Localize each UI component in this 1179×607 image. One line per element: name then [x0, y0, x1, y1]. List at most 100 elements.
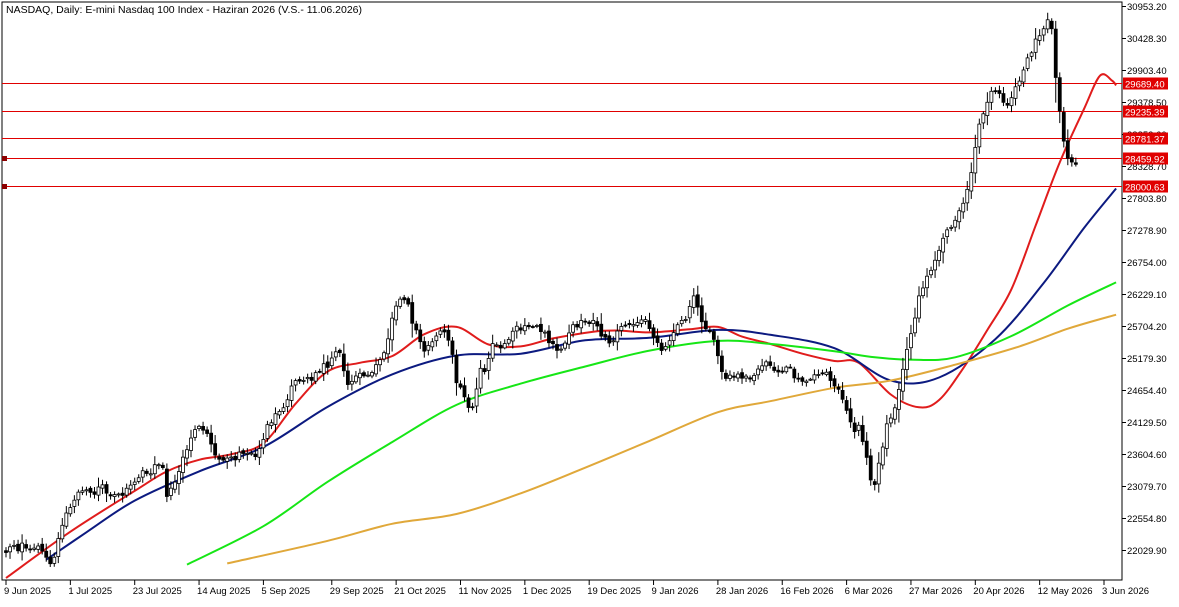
candle-body	[603, 334, 608, 338]
candle-body	[108, 494, 113, 497]
candle-body	[583, 320, 588, 323]
candle-body	[116, 493, 121, 496]
candle-body	[241, 450, 246, 454]
level-label: 29235.39	[1125, 108, 1165, 119]
candle-body	[816, 374, 821, 376]
candle-body	[547, 330, 551, 344]
candle-body	[253, 453, 258, 457]
candle-body	[780, 370, 785, 373]
candle-body	[756, 368, 761, 376]
x-tick-label: 9 Jan 2026	[652, 586, 699, 597]
candle-body	[631, 324, 636, 327]
candle-body	[957, 210, 962, 223]
candle-body	[824, 371, 829, 375]
candle-body	[671, 332, 676, 341]
candle-body	[345, 370, 350, 385]
candle-body	[599, 323, 604, 337]
candle-body	[518, 327, 523, 331]
candle-body	[358, 372, 362, 379]
candle-body	[164, 468, 169, 497]
candle-body	[715, 339, 720, 357]
candle-body	[8, 546, 12, 553]
candle-body	[591, 320, 596, 324]
candle-body	[132, 481, 137, 485]
candle-body	[683, 319, 688, 321]
candle-body	[362, 372, 366, 377]
candle-body	[478, 367, 483, 389]
candle-body	[724, 372, 728, 379]
candle-body	[977, 123, 982, 148]
candle-body	[32, 547, 37, 550]
candle-body	[539, 323, 543, 333]
candle-body	[808, 378, 813, 381]
candle-body	[764, 361, 769, 367]
candle-body	[305, 377, 310, 380]
x-tick-label: 23 Jul 2025	[133, 586, 182, 597]
chart-canvas[interactable]: 30953.2030428.3029903.4029378.5028853.60…	[0, 0, 1179, 602]
candle-body	[703, 320, 708, 330]
candle-body	[864, 440, 869, 458]
candle-body	[655, 335, 660, 343]
candle-body	[237, 451, 242, 460]
candle-body	[909, 333, 913, 349]
candle-body	[16, 543, 20, 552]
candle-body	[1005, 102, 1010, 106]
candle-body	[289, 385, 294, 401]
candle-body	[941, 237, 946, 253]
chart[interactable]: 30953.2030428.3029903.4029378.5028853.60…	[0, 0, 1179, 602]
candle-body	[1001, 93, 1006, 103]
candle-body	[551, 340, 555, 345]
candle-body	[60, 524, 65, 540]
y-tick-label: 22029.90	[1127, 546, 1167, 557]
candle-body	[28, 548, 33, 551]
candle-body	[949, 226, 954, 229]
candle-body	[595, 321, 600, 327]
candle-body	[152, 464, 157, 475]
candle-body	[796, 377, 801, 380]
candle-body	[269, 422, 274, 426]
candle-body	[760, 365, 765, 371]
candle-body	[498, 344, 503, 349]
candle-body	[675, 324, 680, 334]
candle-body	[333, 351, 338, 358]
candle-body	[454, 354, 459, 384]
candle-body	[281, 407, 286, 412]
candle-body	[144, 470, 149, 474]
candle-body	[945, 229, 950, 238]
candle-body	[104, 484, 109, 494]
candle-body	[245, 453, 250, 455]
candle-body	[913, 317, 917, 334]
candle-body	[76, 491, 81, 501]
candle-body	[349, 380, 354, 385]
candle-body	[20, 542, 24, 553]
candle-body	[189, 437, 193, 451]
candle-body	[1053, 28, 1058, 78]
candle-body	[1009, 97, 1014, 107]
x-tick-label: 11 Nov 2025	[458, 586, 511, 597]
candle-body	[820, 372, 825, 375]
candle-body	[354, 375, 358, 383]
candle-body	[56, 538, 61, 557]
candle-body	[160, 464, 165, 468]
candle-body	[575, 323, 580, 328]
candle-body	[422, 341, 427, 352]
candle-body	[776, 369, 781, 373]
candle-body	[736, 373, 740, 379]
candle-body	[173, 481, 177, 490]
candle-body	[217, 456, 222, 460]
candle-body	[563, 342, 567, 349]
candle-body	[896, 389, 901, 410]
candle-body	[1057, 77, 1062, 112]
candle-body	[257, 448, 262, 458]
candle-body	[470, 406, 475, 409]
candle-body	[772, 366, 777, 371]
candle-body	[720, 355, 724, 372]
y-tick-label: 22554.80	[1127, 514, 1167, 525]
candle-body	[378, 359, 382, 366]
candle-body	[530, 326, 535, 328]
candle-body	[567, 332, 571, 345]
candle-body	[1045, 19, 1050, 30]
level-label: 28000.63	[1125, 183, 1165, 194]
candle-body	[953, 219, 958, 228]
candle-body	[732, 375, 736, 378]
